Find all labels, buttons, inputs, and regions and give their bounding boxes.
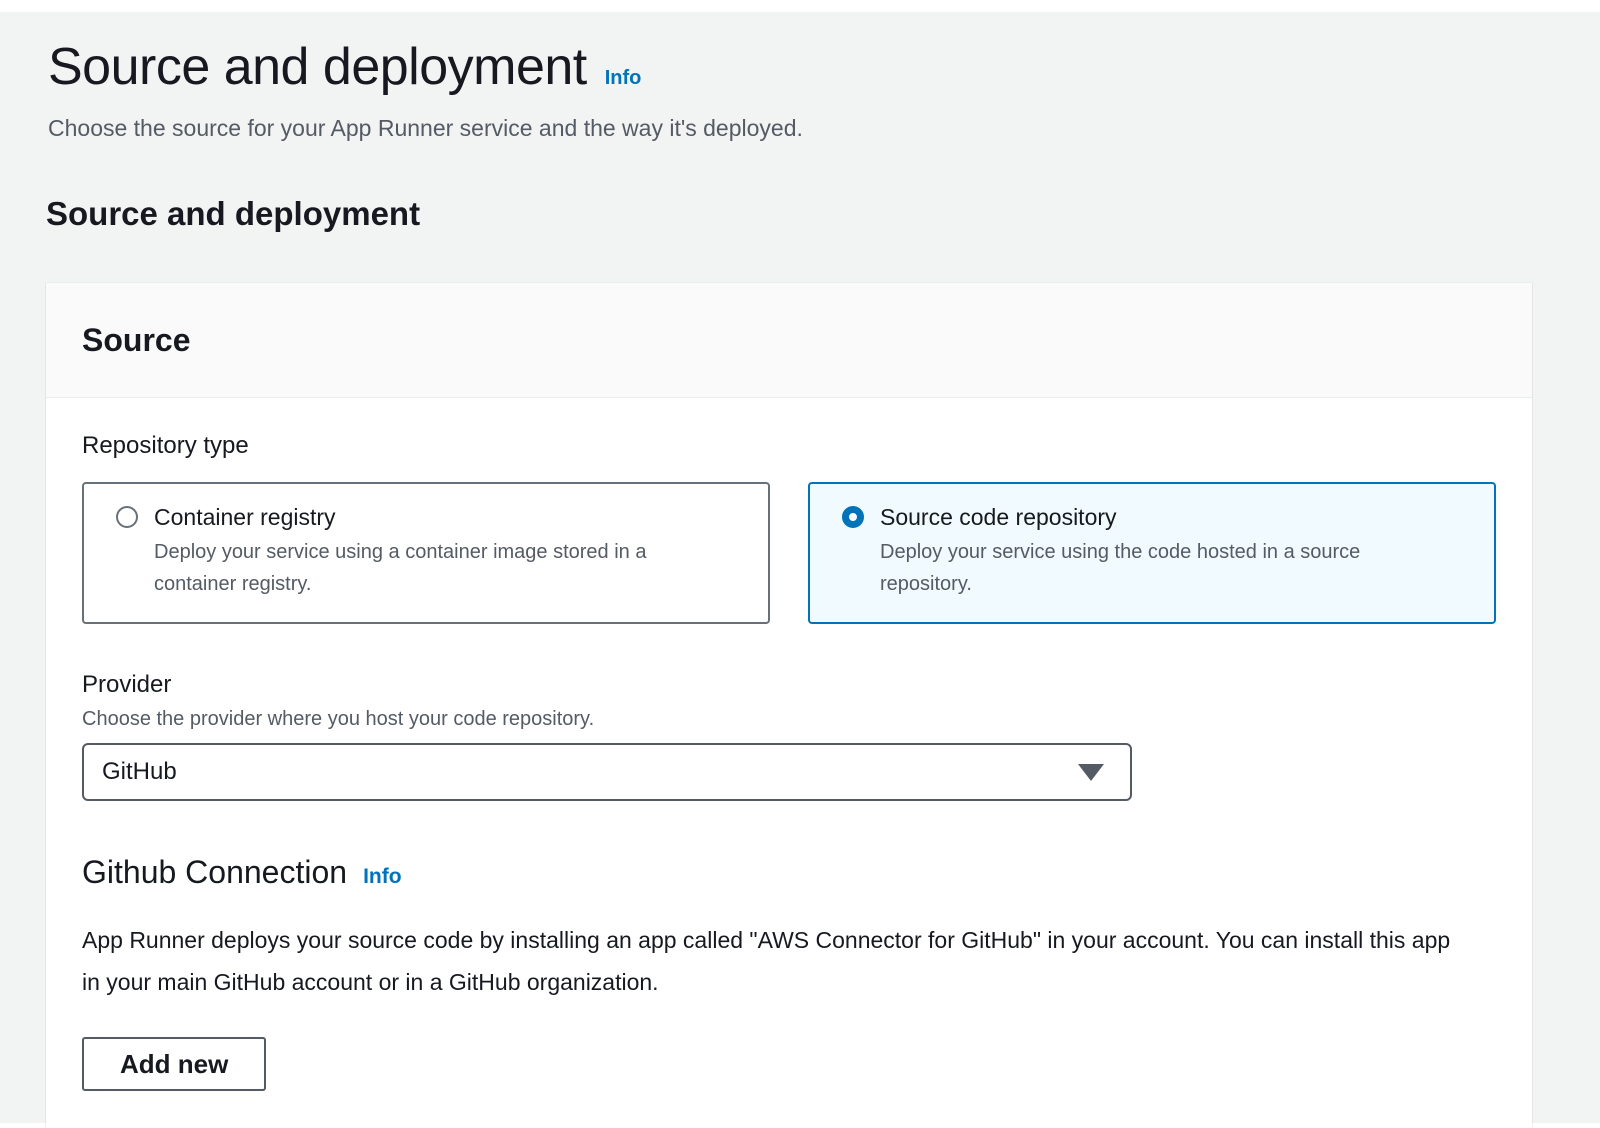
tile-container-registry-description: Deploy your service using a container im… (154, 536, 714, 600)
radio-unselected-icon[interactable] (116, 506, 138, 528)
page-header: Source and deployment Info (46, 38, 1532, 96)
source-card: Source Repository type Container registr… (46, 282, 1532, 1128)
tile-source-code-repository[interactable]: Source code repository Deploy your servi… (808, 482, 1496, 624)
github-connection-description: App Runner deploys your source code by i… (82, 919, 1454, 1003)
provider-select-value: GitHub (102, 758, 177, 786)
provider-label: Provider (82, 671, 1496, 699)
provider-field: Provider Choose the provider where you h… (82, 671, 1496, 801)
add-new-button[interactable]: Add new (82, 1037, 266, 1091)
repository-type-label: Repository type (82, 432, 1496, 460)
github-connection-header: Github Connection Info (82, 853, 1496, 891)
source-card-body: Repository type Container registry Deplo… (46, 398, 1532, 1091)
github-connection-heading: Github Connection (82, 853, 347, 891)
page-title: Source and deployment (48, 38, 587, 96)
source-card-header: Source (46, 283, 1532, 398)
tile-source-code-repository-description: Deploy your service using the code hoste… (880, 536, 1440, 600)
tile-container-registry[interactable]: Container registry Deploy your service u… (82, 482, 770, 624)
tile-source-code-repository-label: Source code repository (880, 502, 1117, 532)
page-title-info-link[interactable]: Info (605, 67, 642, 90)
page-subtitle: Choose the source for your App Runner se… (46, 114, 1532, 142)
radio-selected-icon[interactable] (842, 506, 864, 528)
tile-source-code-repository-header: Source code repository (842, 502, 1470, 532)
tile-container-registry-header: Container registry (116, 502, 744, 532)
provider-description: Choose the provider where you host your … (82, 706, 1496, 732)
dropdown-arrow-icon (1078, 764, 1104, 781)
github-connection-info-link[interactable]: Info (363, 865, 401, 889)
tile-container-registry-label: Container registry (154, 502, 336, 532)
source-card-title: Source (82, 322, 190, 358)
provider-select[interactable]: GitHub (82, 743, 1132, 801)
page-content: Source and deployment Info Choose the so… (0, 12, 1600, 1123)
repository-type-tiles: Container registry Deploy your service u… (82, 482, 1496, 624)
section-heading: Source and deployment (46, 196, 1532, 232)
